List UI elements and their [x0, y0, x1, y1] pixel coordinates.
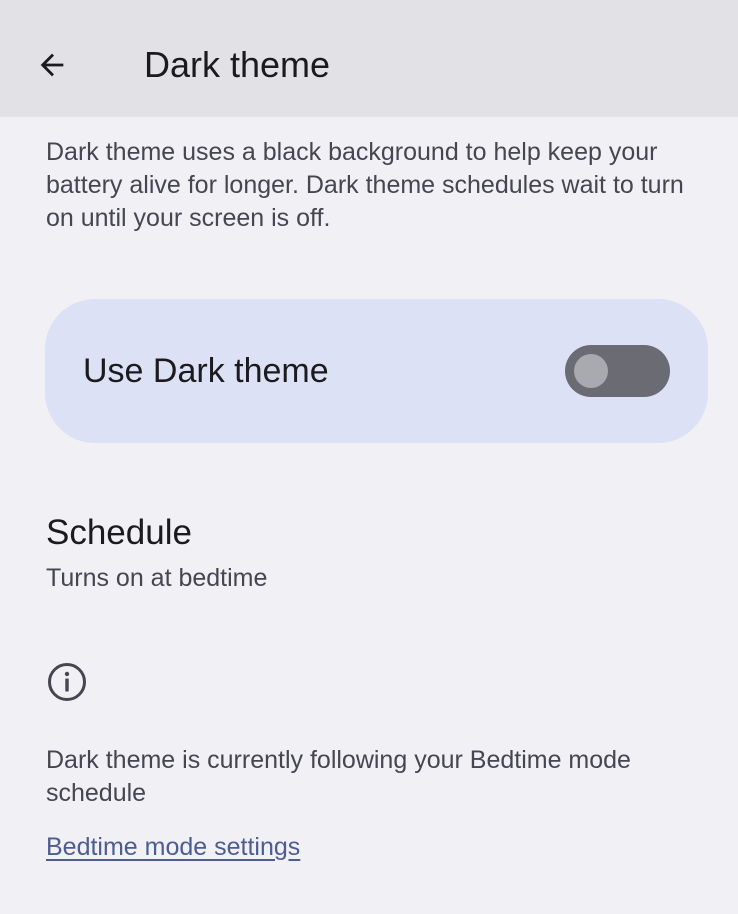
app-bar: Dark theme [0, 0, 738, 117]
bedtime-mode-settings-link[interactable]: Bedtime mode settings [46, 831, 300, 864]
bedtime-mode-footer-text: Dark theme is currently following your B… [46, 746, 631, 807]
arrow-back-icon [40, 53, 64, 77]
page-title: Dark theme [144, 44, 331, 85]
switch-thumb [574, 354, 608, 388]
schedule-preference[interactable]: Schedule Turns on at bedtime [0, 495, 738, 615]
back-button[interactable] [22, 35, 82, 95]
use-dark-theme-switch[interactable] [565, 345, 670, 397]
dark-theme-description: Dark theme uses a black background to he… [46, 138, 684, 232]
use-dark-theme-toggle-row[interactable]: Use Dark theme [45, 299, 708, 443]
info-icon [48, 663, 86, 701]
schedule-title: Schedule [46, 513, 192, 552]
use-dark-theme-label: Use Dark theme [83, 352, 329, 390]
schedule-summary: Turns on at bedtime [46, 564, 268, 592]
